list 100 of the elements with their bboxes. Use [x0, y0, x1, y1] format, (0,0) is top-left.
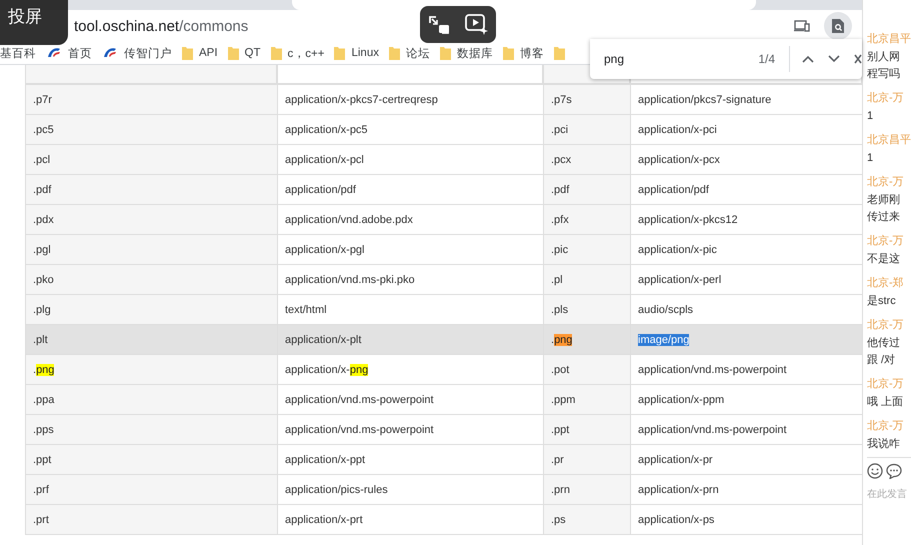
sender-name: 北京-万: [867, 174, 905, 190]
find-query[interactable]: png: [604, 52, 758, 66]
extension-cell: .prt: [26, 504, 278, 534]
message-text: 他传过: [867, 336, 901, 351]
extension-cell: .prf: [26, 474, 278, 504]
bookmark-item[interactable]: 数据库: [440, 46, 493, 60]
message-text: 老师刚: [867, 193, 901, 208]
mime-type-cell: application/vnd.ms-pki.pko: [278, 264, 544, 294]
extension-cell: .p7s: [544, 84, 630, 114]
bookmark-item[interactable]: c，c++: [270, 46, 324, 60]
play-sparkle-icon[interactable]: [464, 14, 488, 36]
sender-name: 北京-万: [867, 418, 905, 434]
sender-name: 北京-万: [867, 376, 905, 392]
mime-type-cell: application/x-ppt: [278, 444, 544, 474]
extension-cell: .pc5: [26, 114, 278, 144]
extension-cell: .pr: [544, 444, 630, 474]
cast-device-icon[interactable]: [794, 20, 810, 32]
bookmark-item[interactable]: API: [182, 46, 218, 60]
folder-icon: [388, 46, 400, 60]
extension-cell: .pfx: [544, 204, 630, 234]
picture-in-picture-icon[interactable]: [428, 14, 450, 34]
mime-type-cell: application/x-pgl: [278, 234, 544, 264]
next-match-icon[interactable]: [828, 55, 840, 63]
extension-cell: .pot: [544, 354, 630, 384]
message-text: 程写吗: [867, 67, 901, 82]
extension-cell: .prn: [544, 474, 630, 504]
browser-tab[interactable]: [292, 0, 756, 10]
mime-type-cell: application/vnd.ms-powerpoint: [278, 414, 544, 444]
extension-cell: .pl: [544, 264, 630, 294]
extension-cell: .pci: [544, 114, 630, 144]
bookmark-item[interactable]: QT: [228, 46, 261, 60]
extension-cell: .pic: [544, 234, 630, 264]
extension-cell: .ppt: [544, 414, 630, 444]
mime-type-cell: application/pdf: [278, 174, 544, 204]
sender-name: 北京-万: [867, 318, 905, 333]
extension-cell: .pdf: [544, 174, 630, 204]
message-text: 不是这: [867, 252, 901, 267]
bookmark-item[interactable]: Linux: [334, 46, 379, 60]
mime-type-cell: application/x-pc5: [278, 114, 544, 144]
bookmark-item[interactable]: 论坛: [388, 46, 430, 60]
folder-icon: [334, 46, 346, 60]
folder-icon: [182, 46, 193, 60]
mime-type-cell: application/x-png: [278, 354, 544, 384]
extension-cell: .ppt: [26, 444, 278, 474]
find-button[interactable]: [824, 12, 852, 40]
message-text: 是strc: [867, 294, 897, 309]
message-text: 哦 上面: [867, 395, 904, 410]
mime-type-cell: application/vnd.adobe.pdx: [278, 204, 544, 234]
swoosh-icon: [46, 47, 62, 59]
bookmark-item[interactable]: 博客: [502, 46, 544, 60]
extension-cell: .pcx: [544, 144, 630, 174]
folder-icon: [440, 46, 451, 60]
emoji-icon[interactable]: [867, 463, 883, 479]
previous-match-icon[interactable]: [802, 55, 814, 63]
extension-cell: .pcl: [26, 144, 278, 174]
address-bar-url[interactable]: tool.oschina.net/commons: [74, 18, 248, 34]
sender-name: 北京-郑: [867, 276, 905, 291]
message-text: 传过来: [867, 210, 901, 225]
folder-icon: [502, 46, 514, 60]
extension-cell: .pls: [544, 294, 630, 324]
mime-type-cell: image/png: [630, 324, 862, 354]
bookmark-item[interactable]: 传智门户: [102, 46, 172, 60]
extension-cell: .pps: [26, 414, 278, 444]
page-search-icon: [832, 19, 844, 33]
extension-cell: .pko: [26, 264, 278, 294]
extension-cell: .png: [26, 354, 278, 384]
mime-type-cell: application/x-prt: [278, 504, 544, 534]
folder-icon: [228, 46, 239, 60]
extension-cell: .ps: [544, 504, 630, 534]
bookmark-item[interactable]: 首页: [46, 46, 92, 60]
message-text: 跟 /对: [867, 353, 896, 368]
sender-name: 北京-万: [867, 234, 905, 249]
extension-cell: .pdx: [26, 204, 278, 234]
mime-type-cell: application/pics-rules: [278, 474, 544, 504]
message-text: 1: [867, 109, 874, 124]
mime-type-cell: application/x-plt: [278, 324, 544, 354]
match-count: 1/4: [758, 52, 775, 66]
extension-cell: .p7r: [26, 84, 278, 114]
sender-name: 北京-万: [867, 90, 905, 106]
sender-name: 北京昌平: [867, 132, 911, 148]
extension-cell: .pdf: [26, 174, 278, 204]
extension-cell: .plt: [26, 324, 278, 354]
extension-cell: .ppm: [544, 384, 630, 414]
close-icon[interactable]: [854, 54, 862, 64]
extension-cell: .ppa: [26, 384, 278, 414]
bookmark-item[interactable]: 基百科: [0, 46, 36, 60]
folder-icon: [270, 46, 282, 60]
chat-bubble-icon[interactable]: [886, 463, 902, 479]
mime-type-cell: application/vnd.ms-powerpoint: [278, 384, 544, 414]
message-text: 我说咋: [867, 437, 901, 452]
extension-cell: .plg: [26, 294, 278, 324]
message-text: 别人网: [867, 50, 901, 65]
extension-cell: .pgl: [26, 234, 278, 264]
message-text: 1: [867, 151, 874, 166]
swoosh-icon: [102, 47, 118, 59]
extension-cell: .png: [544, 324, 630, 354]
mime-type-cell: application/pkcs7-signature: [630, 84, 862, 114]
sender-name: 北京昌平: [867, 32, 911, 47]
cast-toast[interactable]: 投屏: [0, 0, 68, 45]
mime-type-cell: application/x-pcl: [278, 144, 544, 174]
